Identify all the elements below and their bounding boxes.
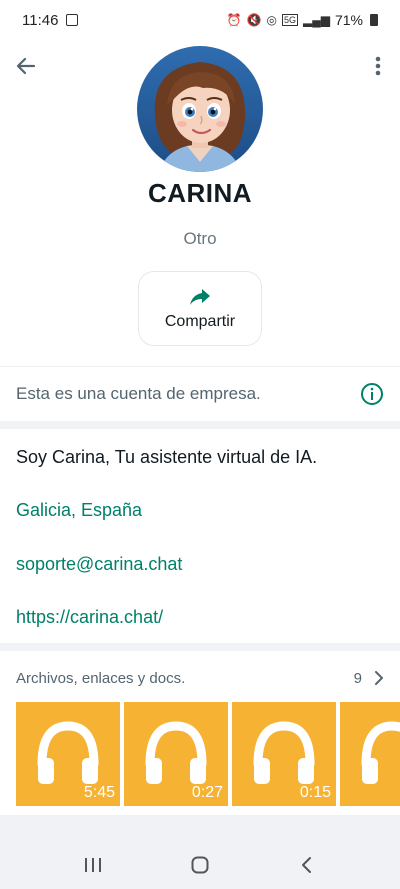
audio-tile[interactable]: 0:15 [232, 702, 336, 806]
audio-duration: 0:27 [191, 784, 223, 801]
contact-name: CARINA [147, 178, 253, 208]
home-button[interactable] [185, 850, 215, 880]
contact-category: Otro [183, 229, 217, 248]
system-back-button[interactable] [292, 850, 322, 880]
audio-tile[interactable]: 0:27 [124, 702, 228, 806]
profile-header: CARINA Otro Compartir [0, 40, 400, 366]
status-bar: 11:46 ⏰ 🔇 ◎ 5G ▂▄▆ 71% [0, 0, 400, 40]
location-link[interactable]: Galicia, España [16, 500, 142, 521]
recents-icon [85, 857, 102, 872]
audio-duration: 5:45 [83, 784, 115, 801]
info-icon[interactable] [360, 382, 384, 406]
chevron-left-icon [301, 856, 311, 873]
signal-icon: ▂▄▆ [303, 13, 330, 27]
bio-text: Soy Carina, Tu asistente virtual de IA. [16, 447, 318, 467]
alarm-icon: ⏰ [226, 13, 242, 27]
headphones-icon [37, 721, 99, 784]
battery-percent: 71% [334, 12, 363, 28]
mute-icon: 🔇 [246, 13, 262, 27]
network-type-icon: 5G [281, 14, 298, 26]
more-options-button[interactable] [368, 52, 388, 80]
business-account-row[interactable]: Esta es una cuenta de empresa. [0, 367, 400, 421]
system-nav-bar [0, 840, 400, 889]
share-arrow-icon [190, 288, 210, 305]
media-section: Archivos, enlaces y docs. 9 5:45 0:27 0:… [0, 651, 400, 815]
chevron-right-icon [375, 671, 383, 685]
business-notice: Esta es una cuenta de empresa. [16, 384, 261, 403]
media-title: Archivos, enlaces y docs. [16, 669, 186, 687]
arrow-left-icon [16, 57, 36, 75]
home-icon [191, 856, 209, 873]
battery-icon [370, 14, 378, 26]
share-button[interactable]: Compartir [138, 271, 262, 346]
hotspot-icon: ◎ [266, 13, 277, 27]
website-link[interactable]: https://carina.chat/ [16, 607, 163, 628]
audio-tile[interactable] [340, 702, 400, 806]
headphones-icon [253, 721, 315, 784]
about-section: Soy Carina, Tu asistente virtual de IA. … [0, 429, 400, 643]
status-time: 11:46 [22, 11, 59, 29]
recents-button[interactable] [78, 850, 108, 880]
headphones-icon [145, 721, 207, 784]
avatar[interactable] [137, 46, 263, 172]
share-label: Compartir [164, 312, 236, 330]
back-button[interactable] [12, 52, 40, 80]
media-header[interactable]: Archivos, enlaces y docs. 9 [16, 668, 384, 688]
audio-tile[interactable]: 5:45 [16, 702, 120, 806]
audio-duration: 0:15 [299, 784, 331, 801]
media-tiles: 5:45 0:27 0:15 [16, 702, 400, 806]
status-icons: ⏰ 🔇 ◎ 5G ▂▄▆ 71% [227, 12, 378, 28]
media-count: 9 [353, 669, 362, 687]
headphones-icon [361, 721, 400, 784]
gallery-notification-icon [66, 14, 79, 26]
avatar-illustration [137, 46, 263, 172]
email-link[interactable]: soporte@carina.chat [16, 554, 182, 575]
kebab-menu-icon [375, 56, 381, 76]
